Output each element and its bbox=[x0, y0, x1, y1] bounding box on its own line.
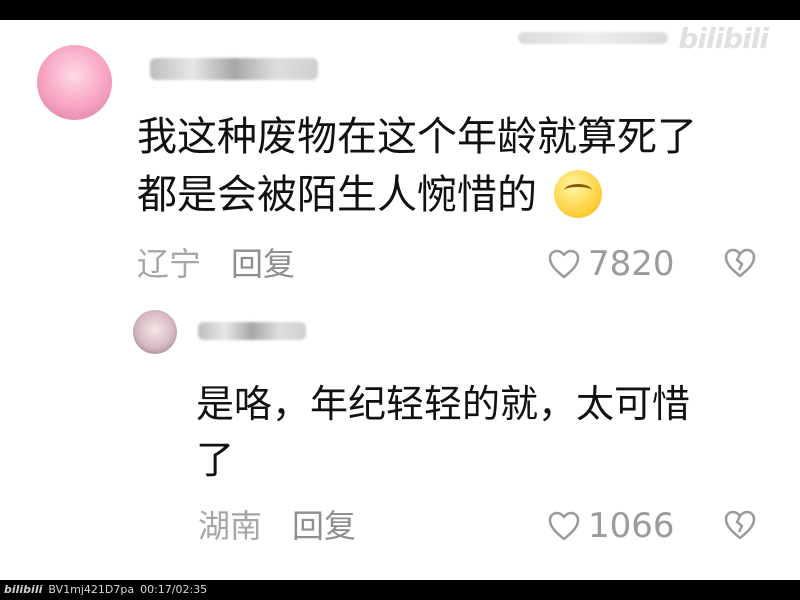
username-blurred[interactable] bbox=[198, 322, 306, 340]
broken-heart-icon[interactable] bbox=[724, 510, 756, 544]
comment-text: 是咯，年纪轻轻的就，太可惜 了 bbox=[196, 376, 766, 488]
comment-line-2: 了 bbox=[196, 438, 235, 482]
comment-line-1: 是咯，年纪轻轻的就，太可惜 bbox=[196, 382, 691, 426]
location-label: 湖南 bbox=[198, 507, 263, 545]
video-time: 00:17/02:35 bbox=[140, 583, 208, 596]
heart-outline-icon bbox=[548, 511, 580, 541]
broken-heart-icon[interactable] bbox=[724, 248, 756, 282]
like-button[interactable]: 1066 bbox=[548, 506, 675, 546]
heart-outline-icon bbox=[548, 249, 580, 279]
bilibili-logo: bilibili bbox=[678, 21, 769, 55]
top-black-bar bbox=[0, 0, 800, 20]
username-blurred[interactable] bbox=[150, 58, 318, 80]
like-count: 7820 bbox=[588, 244, 675, 284]
watermark-blurred-text bbox=[518, 32, 669, 44]
comment-line-1: 我这种废物在这个年龄就算死了 bbox=[137, 114, 697, 160]
comment-meta: 辽宁 回复 bbox=[137, 244, 295, 284]
bilibili-watermark: bilibili bbox=[518, 20, 769, 56]
comment-text: 我这种废物在这个年龄就算死了 都是会被陌生人惋惜的 bbox=[137, 108, 737, 224]
reply-button[interactable]: 回复 bbox=[231, 244, 295, 284]
comment-line-2-text: 都是会被陌生人惋惜的 bbox=[137, 172, 537, 218]
avatar[interactable] bbox=[133, 310, 177, 354]
like-button[interactable]: 7820 bbox=[548, 244, 675, 284]
bilibili-mini-logo: bilibili bbox=[4, 583, 43, 596]
comment-meta: 湖南 回复 bbox=[198, 506, 356, 546]
comment-line-2: 都是会被陌生人惋惜的 bbox=[137, 166, 737, 224]
like-count: 1066 bbox=[588, 506, 675, 546]
reply-button[interactable]: 回复 bbox=[292, 506, 356, 546]
video-id: BV1mj421D7pa bbox=[48, 583, 135, 596]
video-info: bilibili BV1mj421D7pa 00:17/02:35 bbox=[4, 582, 207, 598]
location-label: 辽宁 bbox=[137, 245, 202, 283]
emoji-smug-icon bbox=[553, 170, 602, 218]
avatar[interactable] bbox=[37, 45, 112, 120]
